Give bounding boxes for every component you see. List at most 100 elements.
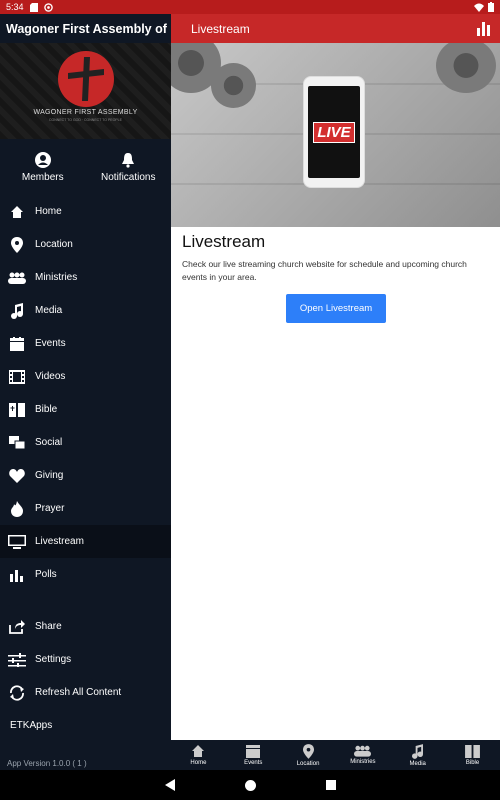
plant-image — [211, 63, 256, 108]
status-time: 5:34 — [6, 2, 24, 12]
tab-ministries[interactable]: Ministries — [335, 740, 390, 770]
sidebar-item-label: Bible — [35, 404, 58, 415]
sidebar-item-label: Prayer — [35, 503, 65, 514]
notifications-button[interactable]: Notifications — [86, 152, 172, 183]
tab-bible[interactable]: Bible — [445, 740, 500, 770]
heart-icon — [9, 468, 25, 483]
bell-icon — [122, 152, 135, 168]
livestream-hero-image: LIVE — [171, 43, 500, 227]
church-logo-banner: WAGONER FIRST ASSEMBLY CONNECT TO GOD · … — [0, 43, 171, 139]
navigation-drawer: Wagoner First Assembly of ... WAGONER FI… — [0, 14, 171, 770]
group-icon — [354, 745, 372, 757]
tab-label: Media — [409, 760, 426, 767]
sidebar-item-label: Events — [35, 338, 66, 349]
bar-chart-icon — [10, 569, 23, 582]
music-note-icon — [11, 302, 23, 319]
drawer-title: Wagoner First Assembly of ... — [0, 14, 171, 43]
logo-tagline: CONNECT TO GOD · CONNECT TO PEOPLE — [49, 118, 122, 122]
members-label: Members — [21, 171, 64, 183]
back-icon[interactable] — [164, 779, 175, 791]
bar-chart-icon[interactable] — [476, 20, 492, 36]
sidebar-item-share[interactable]: Share — [0, 610, 171, 643]
tab-home[interactable]: Home — [171, 740, 226, 770]
notifications-label: Notifications — [101, 171, 156, 183]
wifi-icon — [474, 3, 484, 12]
sliders-icon — [8, 652, 26, 667]
tab-media[interactable]: Media — [390, 740, 445, 770]
section-heading: Livestream — [182, 232, 266, 251]
music-note-icon — [412, 743, 424, 759]
bottom-tab-bar: Home Events Location Ministries Media Bi… — [171, 740, 500, 770]
sidebar-item-polls[interactable]: Polls — [0, 558, 171, 591]
sidebar-item-label: Share — [35, 621, 62, 632]
phone-image: LIVE — [303, 76, 365, 188]
location-pin-icon — [11, 236, 23, 253]
calendar-icon — [246, 745, 261, 758]
members-button[interactable]: Members — [0, 151, 86, 183]
sidebar-item-events[interactable]: Events — [0, 327, 171, 360]
sidebar-item-label: Home — [35, 206, 62, 217]
sidebar-item-label: Videos — [35, 371, 66, 382]
sidebar-item-settings[interactable]: Settings — [0, 643, 171, 676]
sidebar-item-livestream[interactable]: Livestream — [0, 525, 171, 558]
tab-label: Location — [296, 760, 320, 767]
logo-name: WAGONER FIRST ASSEMBLY — [33, 109, 138, 116]
app-bar: Livestream — [171, 14, 500, 43]
sidebar-item-location[interactable]: Location — [0, 228, 171, 261]
tab-location[interactable]: Location — [281, 740, 336, 770]
tab-label: Ministries — [350, 759, 376, 765]
refresh-icon — [10, 684, 24, 701]
sidebar-item-refresh[interactable]: Refresh All Content — [0, 676, 171, 709]
sidebar-item-ministries[interactable]: Ministries — [0, 261, 171, 294]
sd-card-icon — [29, 2, 38, 12]
sidebar-item-videos[interactable]: Videos — [0, 360, 171, 393]
monitor-icon — [8, 534, 26, 549]
sidebar-item-label: Livestream — [35, 536, 84, 547]
live-badge: LIVE — [313, 121, 355, 143]
battery-icon — [488, 2, 494, 12]
livestream-content: Livestream Check our live streaming chur… — [182, 232, 492, 323]
page-title: Livestream — [191, 21, 250, 36]
sidebar-item-label: Ministries — [35, 272, 78, 283]
sidebar-item-label: Media — [35, 305, 63, 316]
status-bar: 5:34 — [0, 0, 500, 14]
recents-icon[interactable] — [325, 780, 336, 790]
tab-label: Bible — [465, 759, 480, 766]
sidebar-item-bible[interactable]: Bible — [0, 393, 171, 426]
location-pin-icon — [302, 743, 314, 759]
group-icon — [8, 272, 26, 284]
film-icon — [9, 369, 25, 384]
sidebar-item-label: ETKApps — [10, 720, 53, 731]
book-icon — [9, 402, 25, 417]
sidebar-item-social[interactable]: Social — [0, 426, 171, 459]
share-icon — [9, 619, 25, 634]
sidebar-item-prayer[interactable]: Prayer — [0, 492, 171, 525]
chat-bubbles-icon — [9, 435, 25, 449]
home-icon — [11, 205, 23, 218]
sidebar-item-label: Polls — [35, 569, 57, 580]
app-version: App Version 1.0.0 ( 1 ) — [7, 759, 87, 768]
home-icon — [192, 745, 205, 757]
tab-events[interactable]: Events — [226, 740, 281, 770]
home-circle-icon[interactable] — [244, 779, 256, 791]
tab-label: Home — [190, 760, 207, 766]
sidebar-item-media[interactable]: Media — [0, 294, 171, 327]
cross-logo-icon — [57, 51, 114, 107]
sidebar-item-label: Giving — [35, 470, 64, 481]
flame-icon — [11, 500, 23, 517]
calendar-icon — [10, 336, 24, 351]
sync-icon — [43, 2, 53, 12]
sidebar-item-giving[interactable]: Giving — [0, 459, 171, 492]
sidebar-item-label: Refresh All Content — [35, 687, 122, 698]
sidebar-item-home[interactable]: Home — [0, 195, 171, 228]
sidebar-item-label: Location — [35, 239, 73, 250]
open-livestream-button[interactable]: Open Livestream — [286, 294, 386, 323]
sidebar-item-label: Social — [35, 437, 63, 448]
person-circle-icon — [34, 151, 51, 168]
book-icon — [465, 744, 480, 758]
tab-label: Events — [244, 760, 263, 766]
section-description: Check our live streaming church website … — [182, 259, 467, 282]
sidebar-item-label: Settings — [35, 654, 72, 665]
sidebar-item-etkapps[interactable]: ETKApps — [0, 709, 171, 742]
system-navigation-bar — [0, 770, 500, 800]
